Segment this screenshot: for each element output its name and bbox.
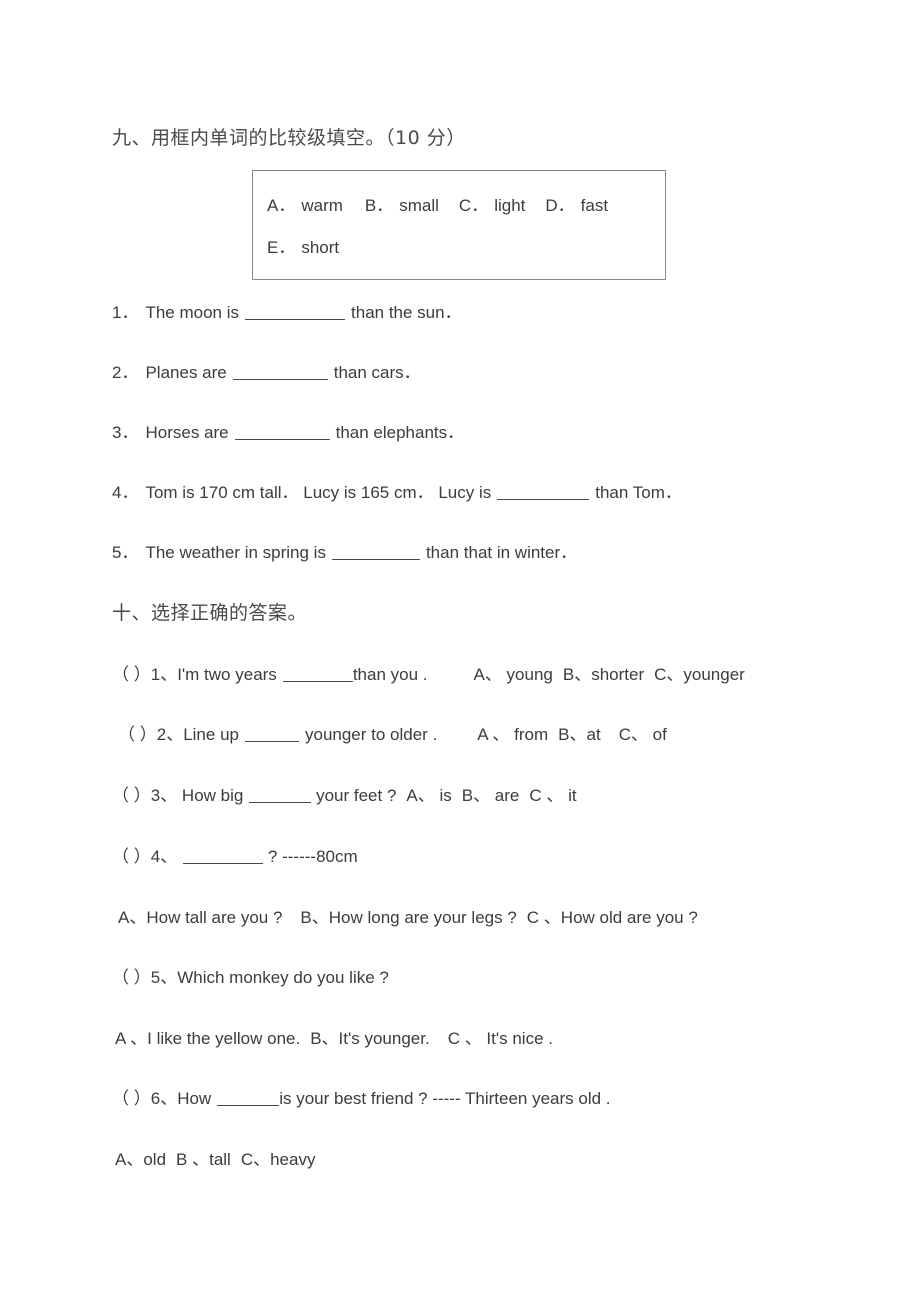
mc-question-6-stem-before: How	[177, 1089, 212, 1108]
mc-question-6-options: A、old B 、tall C、heavy	[115, 1145, 315, 1170]
mc-question-6-blank[interactable]	[217, 1091, 280, 1106]
mc-question-4-option-a[interactable]: A、How tall are you ?	[118, 908, 282, 927]
fill-blank-item-2-text-before: Planes are	[145, 363, 227, 382]
word-bank-option-a-letter: A．	[267, 196, 296, 215]
word-bank-option-e-letter: E．	[267, 238, 296, 257]
mc-question-4-blank[interactable]	[183, 849, 264, 864]
mc-question-6: （ ）6、How is your best friend ? ----- Thir…	[112, 1084, 611, 1109]
mc-question-2-blank[interactable]	[244, 727, 299, 742]
mc-question-2-number: 2、	[156, 725, 184, 744]
mc-question-6-option-b[interactable]: B 、tall	[176, 1150, 231, 1169]
word-bank-option-d-letter: D．	[545, 196, 575, 215]
word-bank-option-b-word: small	[399, 196, 439, 215]
section-ten-heading: 十、选择正确的答案。	[112, 602, 308, 624]
mc-question-1-option-b[interactable]: B、shorter	[563, 665, 644, 684]
word-bank-option-b-letter: B．	[364, 196, 394, 215]
worksheet-page: 九、用框内单词的比较级填空。（10 分） A． warm B． small C． ligh…	[0, 0, 920, 1302]
mc-question-1-number: 1、	[150, 665, 178, 684]
mc-question-5-option-a[interactable]: A 、I like the yellow one.	[115, 1029, 300, 1048]
mc-question-4-number: 4、	[150, 847, 178, 866]
mc-question-2-stem-after: younger to older .	[304, 725, 438, 744]
mc-question-4: （ ）4、 ? ------80cm	[112, 842, 358, 867]
fill-blank-item-1-number: 1．	[112, 303, 139, 322]
mc-question-3-answer-box[interactable]: （ ）	[112, 781, 151, 806]
mc-question-6-number: 6、	[150, 1089, 178, 1108]
mc-question-5-number: 5、	[150, 968, 178, 987]
mc-question-6-option-a[interactable]: A、old	[115, 1150, 166, 1169]
mc-question-3-stem-before: How big	[177, 786, 244, 805]
fill-blank-item-4: 4． Tom is 170 cm tall． Lucy is 165 cm． Lu…	[112, 478, 682, 503]
mc-question-2-answer-box[interactable]: （ ）	[118, 720, 157, 745]
mc-question-5-option-c[interactable]: C 、 It's nice .	[448, 1029, 553, 1048]
mc-question-2-option-a[interactable]: A 、 from	[477, 725, 548, 744]
fill-blank-item-4-text-after: than Tom．	[595, 483, 682, 502]
mc-question-4-answer-box[interactable]: （ ）	[112, 842, 151, 867]
mc-question-3-stem-after: your feet ?	[311, 786, 397, 805]
mc-question-3-option-c[interactable]: C 、 it	[529, 786, 576, 805]
word-bank-option-e-word: short	[301, 238, 340, 257]
fill-blank-item-3-text-before: Horses are	[145, 423, 229, 442]
word-bank-row-1: A． warm B． small C． light D． fast	[267, 191, 608, 216]
mc-question-2-option-c[interactable]: C、 of	[619, 725, 667, 744]
fill-blank-item-2-blank[interactable]	[232, 365, 328, 380]
fill-blank-item-4-number: 4．	[112, 483, 139, 502]
mc-question-6-stem-after: is your best friend ? ----- Thirteen yea…	[279, 1089, 611, 1108]
word-bank-option-d-word: fast	[580, 196, 609, 215]
mc-question-2-stem-before: Line up	[183, 725, 239, 744]
fill-blank-item-1: 1． The moon is than the sun．	[112, 298, 462, 323]
word-bank-option-c-word: light	[494, 196, 526, 215]
mc-question-4-option-c[interactable]: C 、How old are you ?	[527, 908, 698, 927]
mc-question-1-stem-after: than you .	[352, 665, 428, 684]
fill-blank-item-5: 5． The weather in spring is than that in w…	[112, 538, 577, 563]
mc-question-1-blank[interactable]	[282, 667, 353, 682]
fill-blank-item-2-number: 2．	[112, 363, 139, 382]
section-nine-heading: 九、用框内单词的比较级填空。（10 分）	[112, 127, 466, 149]
fill-blank-item-3-number: 3．	[112, 423, 139, 442]
fill-blank-item-5-number: 5．	[112, 543, 139, 562]
mc-question-6-option-c[interactable]: C、heavy	[241, 1150, 316, 1169]
fill-blank-item-3-text-after: than elephants．	[335, 423, 465, 442]
fill-blank-item-3: 3． Horses are than elephants．	[112, 418, 464, 443]
mc-question-5-options: A 、I like the yellow one. B、It's younger.…	[115, 1024, 553, 1049]
mc-question-2: （ ）2、Line up younger to older . A 、 from B、…	[118, 720, 667, 745]
fill-blank-item-2-text-after: than cars．	[333, 363, 421, 382]
fill-blank-item-4-blank[interactable]	[497, 485, 590, 500]
mc-question-5-option-b[interactable]: B、It's younger.	[310, 1029, 429, 1048]
fill-blank-item-3-blank[interactable]	[234, 425, 330, 440]
fill-blank-item-2: 2． Planes are than cars．	[112, 358, 421, 383]
fill-blank-item-5-text-before: The weather in spring is	[145, 543, 326, 562]
mc-question-4-stem-after: ? ------80cm	[263, 847, 358, 866]
mc-question-6-answer-box[interactable]: （ ）	[112, 1084, 151, 1109]
mc-question-5: （ ）5、Which monkey do you like ?	[112, 963, 389, 988]
mc-question-4-options: A、How tall are you ? B、How long are your …	[118, 903, 698, 928]
mc-question-5-answer-box[interactable]: （ ）	[112, 963, 151, 988]
fill-blank-item-5-blank[interactable]	[331, 545, 420, 560]
mc-question-1-option-a[interactable]: A、 young	[473, 665, 552, 684]
word-bank-box: A． warm B． small C． light D． fast E． short	[252, 170, 666, 280]
word-bank-option-c-letter: C．	[458, 196, 489, 215]
mc-question-4-option-b[interactable]: B、How long are your legs ?	[300, 908, 516, 927]
mc-question-2-option-b[interactable]: B、at	[558, 725, 601, 744]
mc-question-1-stem-before: I'm two years	[177, 665, 277, 684]
mc-question-5-stem-before: Which monkey do you like ?	[177, 968, 389, 987]
mc-question-1-answer-box[interactable]: （ ）	[112, 660, 151, 685]
fill-blank-item-1-blank[interactable]	[245, 305, 346, 320]
mc-question-1-option-c[interactable]: C、younger	[654, 665, 745, 684]
mc-question-3-blank[interactable]	[249, 788, 312, 803]
fill-blank-item-1-text-after: than the sun．	[351, 303, 462, 322]
mc-question-3-option-b[interactable]: B、 are	[462, 786, 520, 805]
mc-question-3-number: 3、	[150, 786, 178, 805]
mc-question-3-option-a[interactable]: A、 is	[406, 786, 451, 805]
fill-blank-item-4-text-before: Tom is 170 cm tall． Lucy is 165 cm． Lucy…	[145, 483, 492, 502]
fill-blank-item-5-text-after: than that in winter．	[425, 543, 578, 562]
fill-blank-item-1-text-before: The moon is	[145, 303, 240, 322]
word-bank-option-a-word: warm	[301, 196, 343, 215]
word-bank-row-2: E． short	[267, 233, 339, 258]
mc-question-1: （ ）1、I'm two years than you . A、 young B、sh…	[112, 660, 745, 685]
mc-question-3: （ ）3、 How big your feet ? A、 is B、 are C 、 …	[112, 781, 577, 806]
